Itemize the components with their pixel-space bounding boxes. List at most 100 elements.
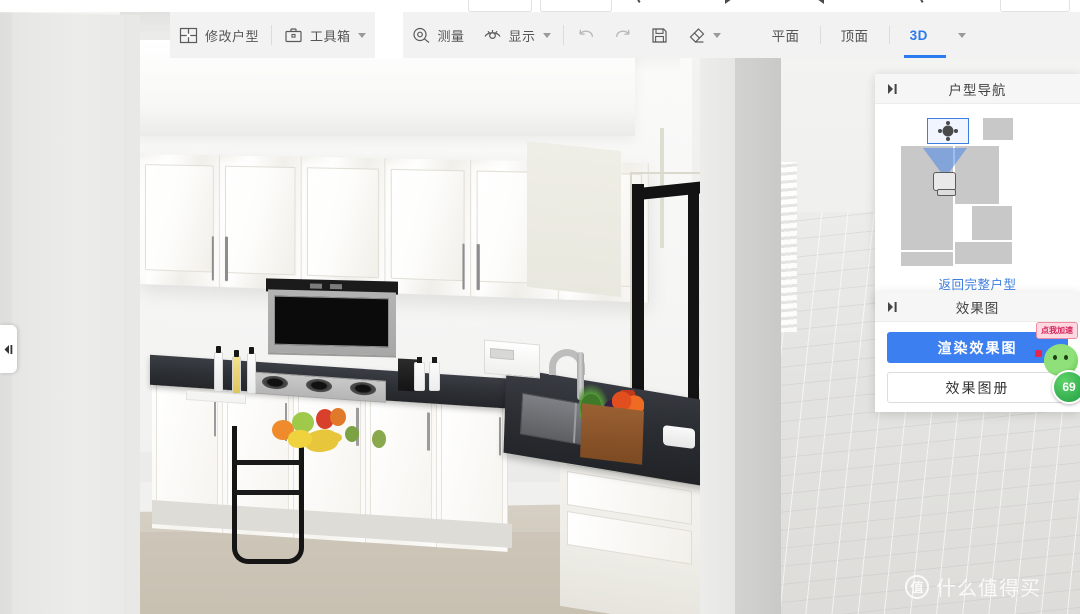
fruit-grapes: [345, 426, 359, 442]
oven-glass: [274, 295, 389, 348]
chevron-down-icon: [957, 32, 966, 38]
floorplan-edit-icon: [179, 26, 198, 45]
save-icon: [650, 26, 669, 45]
minimap-room: [901, 252, 953, 266]
grocery-bag[interactable]: [580, 403, 644, 465]
chevron-down-icon: [542, 32, 551, 38]
oil-bottle-yellow: [232, 350, 241, 394]
eraser-icon: [687, 26, 706, 45]
oil-bottle: [214, 346, 223, 392]
fruit-peach: [330, 408, 346, 426]
chevron-down-icon: [712, 32, 721, 38]
ghost-control-3[interactable]: [1000, 0, 1070, 12]
toolbar-toolbox-label: 工具箱: [310, 28, 351, 44]
view-mode-tabs: 平面 顶面 3D: [752, 12, 976, 58]
mascot-bubble-label[interactable]: 点我加速: [1036, 322, 1078, 339]
foreground-column-right: [735, 12, 781, 614]
cabinet-handle-icon: [211, 236, 214, 281]
vinegar-bottle: [247, 347, 256, 394]
toolbar-group-edit: 修改户型 工具箱: [170, 12, 375, 58]
toolbar-measure-button[interactable]: 测量: [403, 12, 474, 58]
tab-3d-view[interactable]: 3D: [890, 12, 948, 58]
cabinet-handle-icon: [498, 417, 502, 456]
toolbar-modify-floorplan-label: 修改户型: [205, 28, 260, 44]
toolbar-eraser-button[interactable]: [678, 12, 730, 58]
panel-floorplan-navigation: 户型导航 返回完整户型: [875, 74, 1080, 306]
cabinet-handle-icon: [213, 398, 217, 437]
stool-rung: [234, 460, 302, 465]
panel-nav-body: 返回完整户型: [875, 104, 1080, 306]
built-in-oven[interactable]: [268, 289, 396, 358]
render-speedup-mascot[interactable]: 点我加速 69: [1018, 322, 1080, 404]
soap-dispenser: [414, 357, 425, 391]
minimap-floorplan[interactable]: [887, 114, 1068, 267]
main-toolbar: 修改户型 工具箱 测量 显示 平面 顶面 3D: [170, 12, 1080, 58]
view-tabs-dropdown-button[interactable]: [948, 12, 976, 58]
toolbar-divider: [562, 25, 564, 45]
eye-icon: [483, 26, 502, 45]
panel-render-header: 效果图: [875, 292, 1080, 322]
microwave-appliance[interactable]: [484, 339, 540, 379]
foreground-column-left: [0, 12, 140, 614]
toolbar-gap: [374, 12, 403, 58]
minimap-room: [972, 206, 1012, 240]
toolbar-divider: [271, 25, 273, 45]
tab-ceiling-label: 顶面: [840, 29, 869, 44]
minimap-room: [983, 118, 1013, 140]
toolbar-measure-label: 测量: [437, 28, 465, 44]
app-root: 修改户型 工具箱 测量 显示 平面 顶面 3D 户型导航 返回完整户型 效果图 …: [0, 0, 1080, 614]
foreground-wall-right-inner: [700, 12, 738, 614]
collapse-panel-icon[interactable]: [887, 301, 900, 313]
upper-cabinet-door: [140, 154, 220, 287]
tab-plan-label: 平面: [771, 29, 800, 44]
ghost-control-2[interactable]: [540, 0, 612, 12]
collapse-panel-icon[interactable]: [887, 83, 900, 95]
camera-marker-icon[interactable]: [933, 172, 956, 196]
top-cutoff-strip: [0, 0, 1080, 12]
ghost-circle-icon-2[interactable]: [920, 0, 934, 5]
upper-cabinet-door: [301, 156, 386, 294]
left-panel-collapse-handle[interactable]: [0, 325, 17, 373]
pan-control-icon[interactable]: [942, 125, 954, 137]
toolbar-group-view: 测量 显示: [403, 12, 730, 58]
ghost-search-icon[interactable]: [817, 0, 824, 4]
toolbar-modify-floorplan-button[interactable]: 修改户型: [170, 12, 268, 58]
cabinet-handle-icon: [461, 243, 465, 290]
upper-cabinet-door: [219, 155, 302, 290]
ghost-circle-icon-1[interactable]: [637, 0, 651, 5]
cabinet-handle-icon: [356, 407, 359, 446]
toolbar-display-label: 显示: [508, 28, 536, 44]
toolbar-undo-button[interactable]: [567, 12, 604, 58]
panel-nav-title: 户型导航: [948, 82, 1007, 98]
toolbox-icon: [284, 26, 303, 45]
upper-cabinet-side-panel: [527, 141, 621, 297]
toolbar-toolbox-button[interactable]: 工具箱: [275, 12, 375, 58]
undo-icon: [576, 26, 595, 45]
chevron-down-icon: [357, 32, 366, 38]
redo-icon: [613, 26, 632, 45]
ghost-control-1[interactable]: [468, 0, 532, 12]
fruit-grapes-2: [372, 430, 386, 448]
panel-render-title: 效果图: [955, 300, 1000, 316]
stool-rung: [234, 490, 302, 495]
soap-dispenser: [429, 357, 440, 391]
tab-ceiling-view[interactable]: 顶面: [821, 12, 889, 58]
cabinet-handle-icon: [476, 243, 480, 291]
panel-nav-header: 户型导航: [875, 74, 1080, 104]
cabinet-handle-icon: [224, 236, 228, 282]
mascot-speed-badge[interactable]: 69: [1052, 370, 1080, 404]
mascot-flag-icon: [1035, 350, 1042, 357]
toolbar-save-button[interactable]: [641, 12, 678, 58]
tab-plan-view[interactable]: 平面: [752, 12, 820, 58]
cabinet-handle-icon: [427, 412, 430, 451]
dish-stack: [663, 425, 695, 449]
toolbar-display-button[interactable]: 显示: [474, 12, 560, 58]
ghost-cursor-icon[interactable]: [725, 0, 732, 4]
collapse-left-icon: [4, 344, 13, 354]
upper-cabinet-door: [385, 158, 472, 297]
minimap-active-room[interactable]: [927, 118, 969, 144]
measure-icon: [412, 26, 431, 45]
tab-3d-label: 3D: [909, 27, 928, 43]
toolbar-redo-button[interactable]: [604, 12, 641, 58]
minimap-room: [955, 242, 1012, 264]
